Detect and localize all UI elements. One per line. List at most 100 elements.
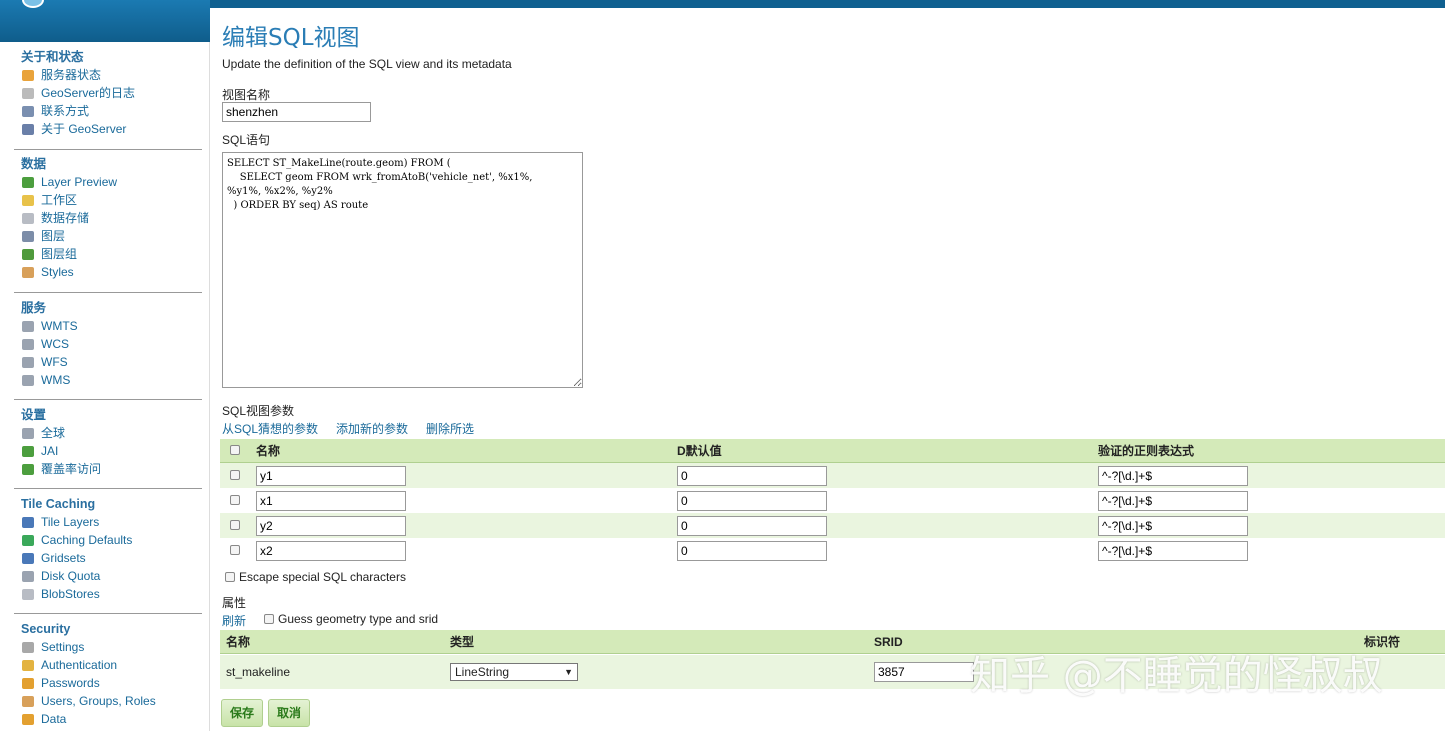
info-icon — [22, 123, 34, 135]
remove-selected-link[interactable]: 删除所选 — [426, 420, 474, 437]
service-icon — [22, 356, 34, 368]
param-regex-input[interactable] — [1098, 490, 1248, 511]
geometry-type-select[interactable]: LineString ▼ — [450, 663, 578, 681]
sidebar-item[interactable]: 图层 — [22, 227, 202, 245]
row-select-checkbox[interactable] — [230, 494, 240, 505]
param-default-input[interactable] — [677, 540, 827, 561]
srid-input[interactable] — [874, 662, 974, 682]
sidebar-divider — [14, 149, 202, 150]
cancel-button[interactable]: 取消 — [268, 699, 311, 727]
row-select-checkbox[interactable] — [230, 519, 240, 530]
geometry-type-value: LineString — [455, 665, 510, 679]
param-regex-input[interactable] — [1098, 465, 1248, 486]
sidebar-item[interactable]: Layer Preview — [22, 173, 202, 191]
geoserver-logo-icon[interactable] — [22, 0, 44, 8]
watermark: 知乎 @不睡觉的怪叔叔 — [970, 653, 1383, 699]
shield-icon — [22, 659, 34, 671]
sidebar-item[interactable]: Authentication — [22, 656, 202, 674]
sidebar-item[interactable]: 工作区 — [22, 191, 202, 209]
sidebar-divider — [14, 399, 202, 400]
sidebar-item[interactable]: Passwords — [22, 674, 202, 692]
layer-icon — [22, 230, 34, 242]
sidebar-item[interactable]: 联系方式 — [22, 102, 202, 120]
param-regex-input[interactable] — [1098, 540, 1248, 561]
sidebar-item-label: Disk Quota — [41, 569, 101, 583]
add-param-link[interactable]: 添加新的参数 — [336, 420, 408, 437]
sidebar-item[interactable]: Users, Groups, Roles — [22, 692, 202, 710]
sidebar-item[interactable]: 图层组 — [22, 245, 202, 263]
sidebar-item-label: 覆盖率访问 — [41, 462, 102, 476]
key-icon — [22, 641, 34, 653]
param-name-input[interactable] — [256, 515, 406, 536]
escape-sql-checkbox[interactable] — [225, 572, 235, 582]
params-table-header: 名称 D默认值 验证的正则表达式 — [220, 439, 1445, 463]
page-description: Update the definition of the SQL view an… — [222, 57, 512, 71]
refresh-link[interactable]: 刷新 — [222, 612, 246, 629]
sidebar-item[interactable]: Styles — [22, 263, 202, 281]
row-select-checkbox[interactable] — [230, 469, 240, 480]
sidebar-section: Tile Caching Tile Layers Caching Defaults G… — [14, 495, 202, 603]
layer-group-icon — [22, 248, 34, 260]
users-icon — [22, 695, 34, 707]
guess-geometry-checkbox[interactable] — [264, 614, 274, 624]
param-default-input[interactable] — [677, 465, 827, 486]
sidebar-header — [0, 0, 210, 42]
view-name-label: 视图名称 — [222, 88, 271, 102]
sidebar-section-title: 数据 — [21, 157, 47, 171]
sidebar-item[interactable]: 服务器状态 — [22, 66, 202, 84]
sidebar-item[interactable]: 覆盖率访问 — [22, 460, 202, 478]
sidebar-item[interactable]: Disk Quota — [22, 567, 202, 585]
sidebar-item[interactable]: 关于 GeoServer — [22, 120, 202, 138]
lock-icon — [22, 677, 34, 689]
coverage-icon — [22, 463, 34, 475]
sidebar-item[interactable]: BlobStores — [22, 585, 202, 603]
sidebar-item[interactable]: 数据存储 — [22, 209, 202, 227]
param-default-input[interactable] — [677, 490, 827, 511]
service-icon — [22, 320, 34, 332]
attr-type-cell: LineString ▼ — [450, 663, 874, 681]
sidebar-section-title: Tile Caching — [21, 497, 96, 511]
sidebar-section: 设置 全球 JAI 覆盖率访问 — [14, 406, 202, 478]
globe-icon — [22, 534, 34, 546]
sql-label: SQL语句 — [222, 133, 271, 147]
top-bar — [0, 0, 1445, 8]
save-button[interactable]: 保存 — [221, 699, 264, 727]
sidebar-item[interactable]: Gridsets — [22, 549, 202, 567]
row-select-checkbox[interactable] — [230, 544, 240, 555]
sidebar-item[interactable]: WFS — [22, 353, 202, 371]
disk-icon — [22, 570, 34, 582]
sidebar-item-label: 关于 GeoServer — [41, 122, 127, 136]
attributes-label: 属性 — [222, 596, 247, 610]
view-name-input[interactable] — [222, 102, 371, 122]
param-name-input[interactable] — [256, 490, 406, 511]
sidebar-item-label: Passwords — [41, 676, 100, 690]
param-regex-input[interactable] — [1098, 515, 1248, 536]
sidebar-item[interactable]: Caching Defaults — [22, 531, 202, 549]
params-actions: 从SQL猜想的参数 添加新的参数 删除所选 — [222, 420, 474, 437]
sidebar-item[interactable]: WMTS — [22, 317, 202, 335]
sidebar-item-label: BlobStores — [41, 587, 100, 601]
image-icon — [22, 445, 34, 457]
sidebar-item-label: 联系方式 — [41, 104, 90, 118]
sidebar-item-label: 图层组 — [41, 247, 78, 261]
sidebar-divider — [14, 488, 202, 489]
guess-params-link[interactable]: 从SQL猜想的参数 — [222, 420, 318, 437]
sidebar-section: 数据 Layer Preview 工作区 数据存储 图层图层组 Styles — [14, 155, 202, 281]
param-name-input[interactable] — [256, 465, 406, 486]
param-default-input[interactable] — [677, 515, 827, 536]
attr-col-type: 类型 — [450, 635, 475, 649]
sidebar-item[interactable]: Settings — [22, 638, 202, 656]
sidebar-item[interactable]: Tile Layers — [22, 513, 202, 531]
sidebar-item[interactable]: Data — [22, 710, 202, 728]
sidebar-item[interactable]: WCS — [22, 335, 202, 353]
sidebar-item[interactable]: WMS — [22, 371, 202, 389]
sidebar-item[interactable]: JAI — [22, 442, 202, 460]
map-preview-icon — [22, 176, 34, 188]
sql-textarea[interactable]: SELECT ST_MakeLine(route.geom) FROM ( SE… — [222, 152, 583, 388]
sidebar-item-label: Gridsets — [41, 551, 86, 565]
select-all-checkbox[interactable] — [230, 444, 240, 455]
param-name-input[interactable] — [256, 540, 406, 561]
sidebar-item[interactable]: GeoServer的日志 — [22, 84, 202, 102]
sidebar-item[interactable]: 全球 — [22, 424, 202, 442]
sidebar-item-label: Styles — [41, 265, 74, 279]
